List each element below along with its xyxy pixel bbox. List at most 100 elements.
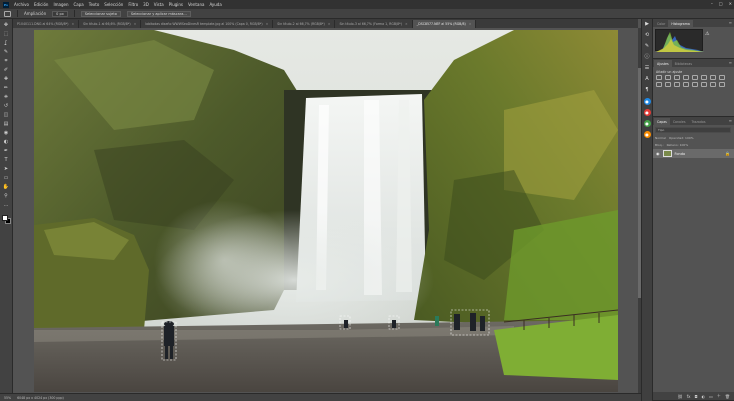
text-icon[interactable]: A <box>644 76 651 83</box>
pen-tool-icon[interactable]: ✒ <box>3 148 10 154</box>
brush-settings-icon[interactable]: ✎ <box>644 43 651 50</box>
stamp-tool-icon[interactable]: ⎈ <box>3 94 10 100</box>
panel-menu-icon[interactable]: ≡ <box>729 20 732 25</box>
properties-icon[interactable]: ☰ <box>644 65 651 72</box>
dodge-tool-icon[interactable]: ◐ <box>3 139 10 145</box>
document-canvas[interactable] <box>34 30 618 392</box>
close-icon[interactable]: × <box>134 22 137 26</box>
healing-tool-icon[interactable]: ✚ <box>3 76 10 82</box>
gradient-map-icon[interactable] <box>710 82 716 87</box>
link-icon[interactable]: ⛓ <box>678 394 683 399</box>
vibrance-icon[interactable] <box>692 75 698 80</box>
doc-tab[interactable]: Sin título-1 al 66,6% (RGB/8*) × <box>79 20 142 28</box>
adjustment-layer-icon[interactable]: ◐ <box>702 394 706 399</box>
trash-icon[interactable]: 🗑 <box>725 394 730 399</box>
path-select-tool-icon[interactable]: ➤ <box>3 166 10 172</box>
mode-value-field[interactable]: 0 px <box>52 10 68 17</box>
channel-mixer-icon[interactable] <box>665 82 671 87</box>
quick-select-tool-icon[interactable]: ✎ <box>3 49 10 55</box>
eyedropper-tool-icon[interactable]: ✐ <box>3 67 10 73</box>
blur-tool-icon[interactable]: ◉ <box>3 130 10 136</box>
hue-saturation-icon[interactable] <box>701 75 707 80</box>
close-icon[interactable]: × <box>405 22 408 26</box>
active-tool-icon[interactable] <box>4 10 11 17</box>
menu-texto[interactable]: Texto <box>89 2 100 7</box>
photo-filter-icon[interactable] <box>656 82 662 87</box>
menu-edicion[interactable]: Edición <box>34 2 48 7</box>
doc-tab[interactable]: lobitodas diseño WWWSeoDinesR template.j… <box>141 20 274 28</box>
tab-color[interactable]: Color <box>654 20 668 27</box>
brightness-contrast-icon[interactable] <box>656 75 662 80</box>
color-swatches[interactable] <box>1 215 11 225</box>
maximize-icon[interactable]: □ <box>719 1 723 6</box>
curves-icon[interactable] <box>674 75 680 80</box>
move-tool-icon[interactable]: ✥ <box>3 22 10 28</box>
layer-row[interactable]: ◉ Fondo 🔒 <box>653 149 734 158</box>
exposure-icon[interactable] <box>683 75 689 80</box>
threshold-icon[interactable] <box>701 82 707 87</box>
crop-tool-icon[interactable]: ⌗ <box>3 58 10 64</box>
selective-color-icon[interactable] <box>719 82 725 87</box>
zoom-tool-icon[interactable]: ⚲ <box>3 193 10 199</box>
close-icon[interactable]: × <box>71 22 74 26</box>
menu-seleccion[interactable]: Selección <box>104 2 123 7</box>
tab-ajustes[interactable]: Ajustes <box>654 60 672 67</box>
brush-tool-icon[interactable]: ✏ <box>3 85 10 91</box>
close-icon[interactable]: ✕ <box>729 1 732 6</box>
black-white-icon[interactable] <box>719 75 725 80</box>
tab-capas[interactable]: Capas <box>654 118 670 125</box>
type-tool-icon[interactable]: T <box>3 157 10 163</box>
invert-icon[interactable] <box>683 82 689 87</box>
gradient-tool-icon[interactable]: ▤ <box>3 121 10 127</box>
more-tools-icon[interactable]: … <box>3 202 10 208</box>
doc-tab[interactable]: P1040111.DNG al 64% (RGB/8*) × <box>13 20 80 28</box>
eraser-tool-icon[interactable]: ◫ <box>3 112 10 118</box>
warning-icon[interactable]: ⚠ <box>705 31 709 37</box>
posterize-icon[interactable] <box>692 82 698 87</box>
history-brush-tool-icon[interactable]: ↺ <box>3 103 10 109</box>
color-lookup-icon[interactable] <box>674 82 680 87</box>
plugin-green-icon[interactable]: ● <box>643 120 651 127</box>
menu-archivo[interactable]: Archivo <box>14 2 29 7</box>
close-icon[interactable]: × <box>469 22 472 26</box>
opacity-field[interactable]: Opacidad: 100% <box>669 136 694 140</box>
info-icon[interactable]: ⓘ <box>644 54 651 61</box>
menu-plugins[interactable]: Plugins <box>169 2 183 7</box>
layer-filter-select[interactable]: Tipo <box>655 127 731 133</box>
menu-vista[interactable]: Vista <box>154 2 164 7</box>
tab-histograma[interactable]: Histograma <box>668 20 693 27</box>
plugin-blue-icon[interactable]: ● <box>643 98 651 105</box>
menu-ayuda[interactable]: Ayuda <box>209 2 221 7</box>
doc-tab[interactable]: Sin título-2 al 66,7% (RGB/8*) × <box>273 20 336 28</box>
history-icon[interactable]: ⟲ <box>644 32 651 39</box>
plugin-orange-icon[interactable]: ● <box>643 131 651 138</box>
fill-field[interactable]: Relleno: 100% <box>667 143 689 147</box>
hand-tool-icon[interactable]: ✋ <box>3 184 10 190</box>
panel-menu-icon[interactable]: ≡ <box>729 60 732 65</box>
menu-3d[interactable]: 3D <box>143 2 149 7</box>
fx-icon[interactable]: fx <box>687 394 691 399</box>
menu-imagen[interactable]: Imagen <box>53 2 68 7</box>
doc-tab[interactable]: Sin título-3 al 66,7% (Forma 1, RGB/8*) × <box>335 20 413 28</box>
folder-icon[interactable]: ▭ <box>709 394 713 399</box>
tab-canales[interactable]: Canales <box>670 118 689 125</box>
new-layer-icon[interactable]: ＋ <box>717 393 721 399</box>
tab-trazados[interactable]: Trazados <box>689 118 709 125</box>
close-icon[interactable]: × <box>266 22 269 26</box>
doc-tab-active[interactable]: _DSC8577.NEF al 55% (RGB/8) × <box>412 20 477 28</box>
eye-icon[interactable]: ◉ <box>656 151 660 156</box>
panel-menu-icon[interactable]: ≡ <box>729 118 732 123</box>
menu-capa[interactable]: Capa <box>74 2 84 7</box>
color-balance-icon[interactable] <box>710 75 716 80</box>
select-mask-button[interactable]: Seleccionar y aplicar máscara... <box>126 10 191 17</box>
blend-mode-select[interactable]: Normal <box>655 136 666 140</box>
paragraph-icon[interactable]: ¶ <box>644 87 651 94</box>
menu-ventana[interactable]: Ventana <box>188 2 204 7</box>
mask-icon[interactable]: ◘ <box>694 394 697 399</box>
plugin-red-icon[interactable]: ● <box>643 109 651 116</box>
menu-filtro[interactable]: Filtro <box>128 2 138 7</box>
levels-icon[interactable] <box>665 75 671 80</box>
minimize-icon[interactable]: – <box>711 1 713 6</box>
marquee-tool-icon[interactable]: ⬚ <box>3 31 10 37</box>
select-subject-button[interactable]: Seleccionar sujeto <box>80 10 121 17</box>
